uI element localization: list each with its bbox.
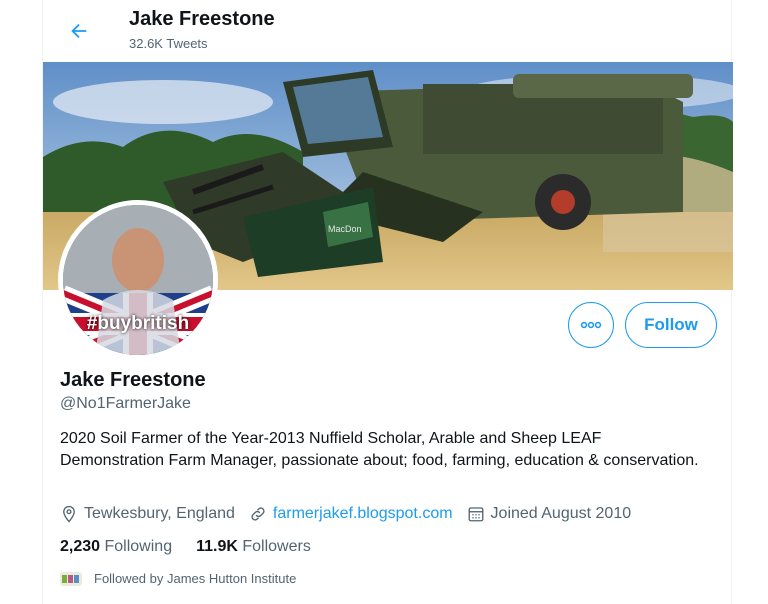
profile-handle: @No1FarmerJake [60,395,191,412]
calendar-icon [468,507,483,522]
followers-count: 11.9K [196,538,238,555]
location-text: Tewkesbury, England [84,505,235,522]
harvester-brand-text: MacDon [328,224,362,234]
tweet-count: 32.6K Tweets [129,36,208,51]
following-link[interactable]: 2,230 Following [60,538,172,556]
more-options-button[interactable] [568,302,614,348]
profile-header: Jake Freestone 32.6K Tweets [43,0,733,62]
joined-item: Joined August 2010 [467,505,632,523]
followed-by-text: Followed by James Hutton Institute [94,571,297,586]
follow-counts: 2,230 Following 11.9K Followers [60,538,335,556]
following-count: 2,230 [60,538,101,555]
avatar[interactable]: #buybritish [58,200,218,360]
more-dots-icon [580,321,602,329]
website-link[interactable]: farmerjakef.blogspot.com [273,505,453,523]
follow-button[interactable]: Follow [625,302,717,348]
website-item: farmerjakef.blogspot.com [249,505,453,523]
followed-by[interactable]: Followed by James Hutton Institute [60,571,296,586]
following-label: Following [104,538,173,555]
back-button[interactable] [61,13,97,49]
followers-label: Followers [242,538,311,555]
location-item: Tewkesbury, England [60,505,235,523]
profile-name: Jake Freestone [60,369,206,391]
link-icon [251,507,265,521]
avatar-overlay-text: #buybritish [86,313,190,334]
profile-meta: Tewkesbury, England farmerjakef.blogspot… [60,503,645,525]
joined-text: Joined August 2010 [490,505,632,522]
profile-bio: 2020 Soil Farmer of the Year-2013 Nuffie… [60,430,699,469]
profile-column: Jake Freestone 32.6K Tweets MacDon #buyb… [42,0,733,604]
back-arrow-icon [71,23,87,39]
followers-link[interactable]: 11.9K Followers [196,538,311,556]
mini-avatar-icon [60,571,82,586]
location-pin-icon [63,505,75,523]
header-title: Jake Freestone [129,8,275,30]
